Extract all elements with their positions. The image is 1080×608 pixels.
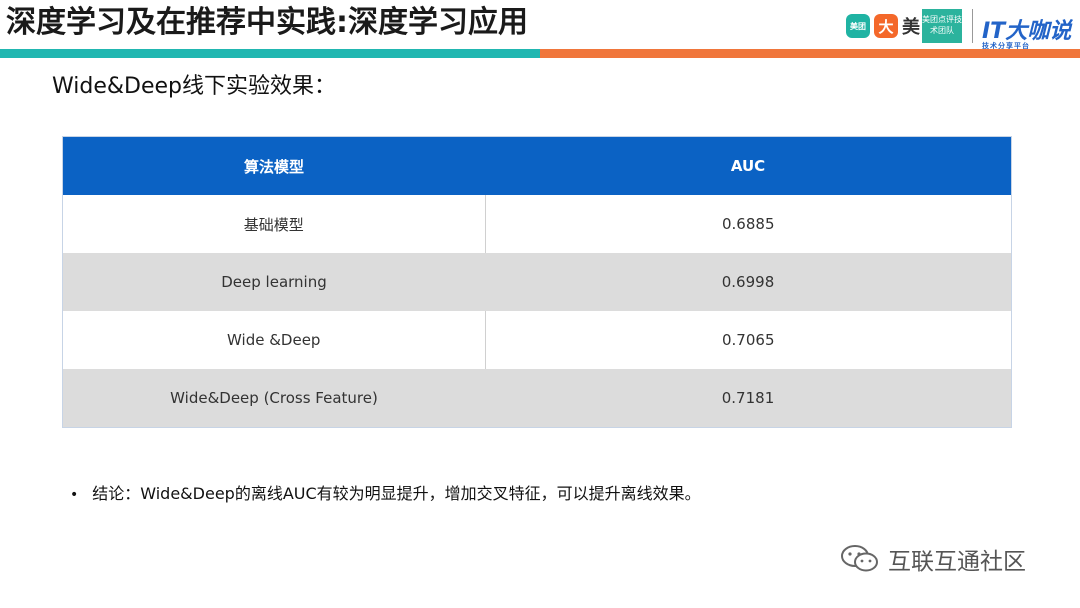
wechat-icon	[841, 545, 878, 572]
meituan-logo: 美团	[846, 14, 870, 38]
cell-model: Wide &Deep	[63, 311, 486, 369]
table-row: Wide&Deep (Cross Feature) 0.7181	[63, 369, 1011, 427]
meituan-tech-team-logo: 美团点评技术团队	[922, 9, 962, 43]
mei-logo-text: 美	[902, 17, 920, 38]
table-row: 基础模型 0.6885	[63, 195, 1011, 253]
cell-auc: 0.7181	[485, 369, 1011, 427]
conclusion-text: 结论：Wide&Deep的离线AUC有较为明显提升，增加交叉特征，可以提升离线效…	[92, 484, 701, 503]
slide-subtitle: Wide&Deep线下实验效果：	[52, 74, 337, 99]
bullet-dot-icon: •	[70, 487, 79, 503]
watermark: 互联互通社区	[840, 541, 1026, 577]
cell-model: Deep learning	[63, 253, 485, 311]
table-row: Deep learning 0.6998	[63, 253, 1011, 311]
header-title: 深度学习及在推荐中实践:深度学习应用	[6, 5, 528, 40]
dianping-logo: 大	[874, 14, 898, 38]
cell-model: 基础模型	[63, 195, 486, 253]
column-header-auc: AUC	[485, 137, 1011, 195]
logo-divider	[972, 9, 973, 43]
conclusion-bullet: • 结论：Wide&Deep的离线AUC有较为明显提升，增加交叉特征，可以提升离线…	[70, 480, 701, 504]
results-table: 算法模型 AUC 基础模型 0.6885 Deep learning 0.699…	[62, 136, 1012, 428]
cell-auc: 0.6998	[485, 253, 1011, 311]
header-accent-bar-right	[540, 49, 1080, 58]
column-header-model: 算法模型	[63, 137, 485, 195]
it-dakashuo-logo: IT大咖说 技术分享平台	[982, 13, 1071, 51]
table-header-row: 算法模型 AUC	[63, 137, 1011, 195]
table-row: Wide &Deep 0.7065	[63, 311, 1011, 369]
watermark-text: 互联互通社区	[888, 549, 1026, 575]
header-accent-bar-left	[0, 49, 540, 58]
cell-model: Wide&Deep (Cross Feature)	[63, 369, 485, 427]
cell-auc: 0.6885	[485, 195, 1011, 253]
header-logos: 美团 大 美 美团点评技术团队 IT大咖说 技术分享平台	[846, 9, 1076, 50]
cell-auc: 0.7065	[485, 311, 1011, 369]
